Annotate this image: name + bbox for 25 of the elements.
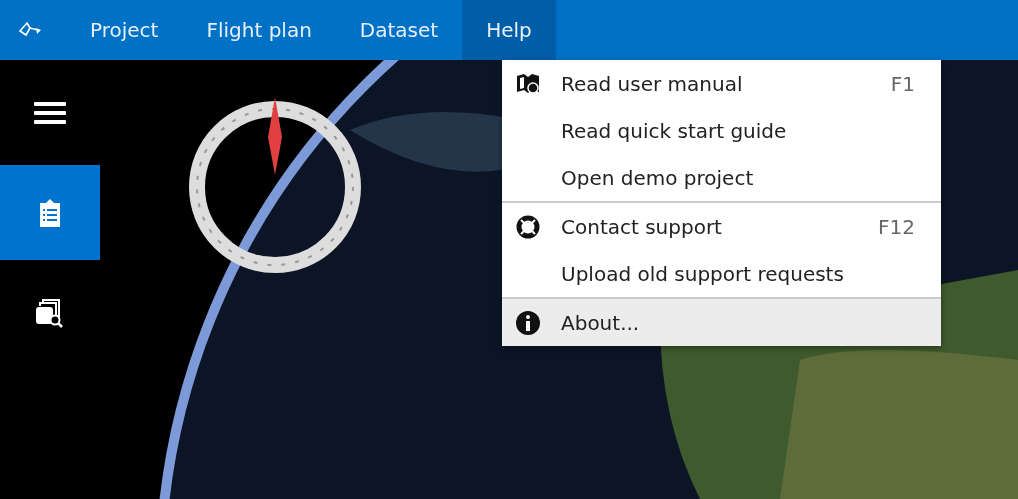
layers-search-icon (35, 297, 65, 328)
menu-item-label: Read quick start guide (561, 118, 788, 143)
menu-item[interactable]: Help (462, 0, 556, 60)
menu-item[interactable]: About... (502, 299, 941, 346)
menu-item-label: Open demo project (561, 165, 755, 190)
shortcut-label: F1 (890, 71, 915, 96)
clipboard-icon (38, 197, 62, 228)
info-icon (516, 310, 540, 335)
menu-item[interactable]: Read user manual F1 (502, 60, 941, 107)
menu-item-label: Contact support (561, 214, 723, 239)
menu-item-label: Upload old support requests (561, 261, 845, 286)
menu-item[interactable]: Upload old support requests (502, 250, 941, 297)
menu-item[interactable]: Dataset (335, 0, 463, 60)
menu-item[interactable]: Flight plan (182, 0, 336, 60)
shortcut-label: F12 (878, 214, 915, 239)
menu-item[interactable]: Contact support F12 (502, 203, 941, 250)
plan-button[interactable] (0, 165, 100, 260)
lifebuoy-icon (516, 214, 540, 239)
menu-icon (34, 100, 66, 125)
menu-item[interactable]: Project (66, 0, 183, 60)
menu-item[interactable]: Open demo project (502, 154, 941, 201)
menu-item-label: Read user manual (561, 71, 744, 96)
menu-item[interactable]: Read quick start guide (502, 107, 941, 154)
menu-item-label: About... (561, 310, 641, 335)
book-pointer-icon (516, 72, 540, 95)
